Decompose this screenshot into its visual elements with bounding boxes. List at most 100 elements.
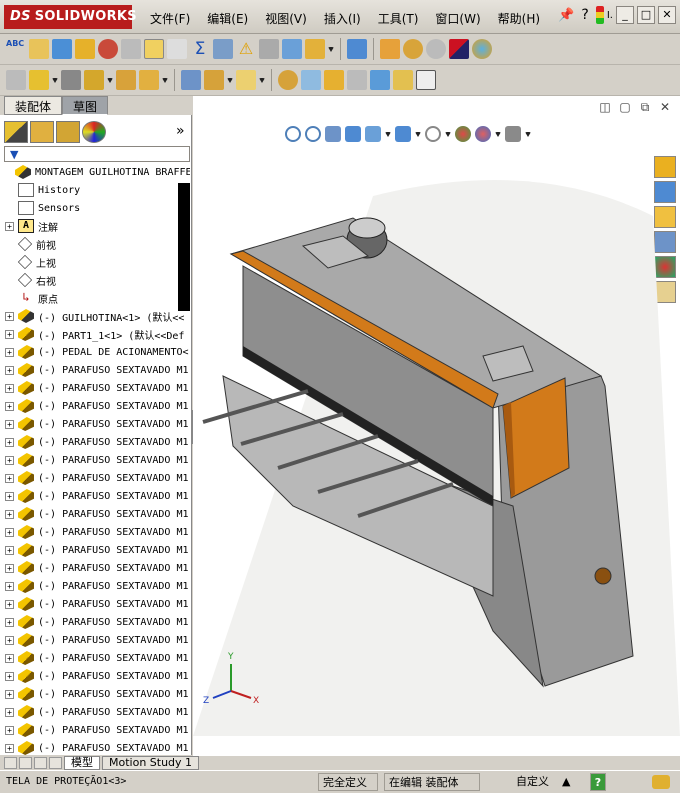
zoom-fit-icon[interactable] <box>285 126 301 142</box>
tree-item[interactable]: + (-) PARAFUSO SEXTAVADO M1 <box>0 379 190 397</box>
close-button[interactable]: ✕ <box>658 6 676 24</box>
dropdown-arrow-icon[interactable] <box>259 77 265 83</box>
filter-icon[interactable]: ▼ <box>10 148 18 161</box>
section-icon[interactable] <box>75 39 95 59</box>
tree-item[interactable]: 前视 <box>0 235 190 253</box>
edit-appearance-icon[interactable] <box>455 126 471 142</box>
check-icon[interactable] <box>167 39 187 59</box>
menu-help[interactable]: 帮助(H) <box>498 10 540 27</box>
confirm-icon[interactable] <box>426 39 446 59</box>
tree-item[interactable]: ↳ 原点 <box>0 289 190 307</box>
menu-tools[interactable]: 工具(T) <box>378 10 419 27</box>
gauge-icon[interactable] <box>98 39 118 59</box>
machine-model[interactable] <box>193 176 680 736</box>
ruler-icon[interactable] <box>370 70 390 90</box>
feature-tree-tab-icon[interactable] <box>4 121 28 143</box>
tree-item[interactable]: + (-) PARAFUSO SEXTAVADO M1 <box>0 559 190 577</box>
tree-item[interactable]: + (-) PARAFUSO SEXTAVADO M1 <box>0 505 190 523</box>
expand-icon[interactable]: + <box>5 365 14 375</box>
minimize-button[interactable]: _ <box>616 6 634 24</box>
expand-icon[interactable]: + <box>5 221 14 231</box>
dropdown-arrow-icon[interactable] <box>525 131 531 137</box>
dropdown-arrow-icon[interactable] <box>162 77 168 83</box>
solidworks-logo[interactable]: DS SOLIDWORKS <box>4 5 137 29</box>
property-manager-tab-icon[interactable] <box>30 121 54 143</box>
tree-item[interactable]: Sensors <box>0 199 190 217</box>
tree-item[interactable]: + (-) PARAFUSO SEXTAVADO M1 <box>0 523 190 541</box>
tab-assembly[interactable]: 装配体 <box>4 96 63 115</box>
tile-viewport-icon[interactable]: ⧉ <box>638 100 652 115</box>
expand-icon[interactable]: + <box>5 329 14 339</box>
instant3d-icon[interactable] <box>347 70 367 90</box>
expand-icon[interactable]: + <box>5 311 14 321</box>
insert-component-icon[interactable] <box>6 70 26 90</box>
dropdown-arrow-icon[interactable] <box>107 77 113 83</box>
tree-item[interactable]: + (-) PARAFUSO SEXTAVADO M1 <box>0 739 190 757</box>
expand-icon[interactable]: + <box>5 383 14 393</box>
dropdown-arrow-icon[interactable] <box>445 131 451 137</box>
explode-icon[interactable] <box>236 70 256 90</box>
gear-icon[interactable] <box>403 39 423 59</box>
tab-motion-study[interactable]: Motion Study 1 <box>102 756 200 770</box>
section-view-icon[interactable] <box>345 126 361 142</box>
tree-item[interactable]: History <box>0 181 190 199</box>
tree-item[interactable]: + (-) PARAFUSO SEXTAVADO M1 <box>0 595 190 613</box>
maximize-button[interactable]: □ <box>637 6 655 24</box>
dropdown-arrow-icon[interactable] <box>385 131 391 137</box>
tree-item[interactable]: + (-) PARAFUSO SEXTAVADO M1 <box>0 703 190 721</box>
menu-file[interactable]: 文件(F) <box>150 10 190 27</box>
display-style-icon[interactable] <box>395 126 411 142</box>
sheet-icon[interactable] <box>416 70 436 90</box>
tree-item[interactable]: + (-) PARAFUSO SEXTAVADO M1 <box>0 361 190 379</box>
menu-view[interactable]: 视图(V) <box>265 10 307 27</box>
status-tag-icon[interactable] <box>652 775 670 789</box>
tree-item[interactable]: + (-) PARAFUSO SEXTAVADO M1 <box>0 721 190 739</box>
clearance-icon[interactable] <box>301 70 321 90</box>
restore-viewport-icon[interactable]: ◫ <box>598 100 612 115</box>
home-icon[interactable] <box>654 156 676 178</box>
menu-edit[interactable]: 编辑(E) <box>207 10 248 27</box>
tree-item[interactable]: + A 注解 <box>0 217 190 235</box>
dropdown-arrow-icon[interactable] <box>227 77 233 83</box>
property-icon[interactable] <box>282 39 302 59</box>
pin-icon[interactable]: 📌 <box>558 8 574 23</box>
zoom-area-icon[interactable] <box>305 126 321 142</box>
bom-icon[interactable] <box>393 70 413 90</box>
move-component-icon[interactable] <box>139 70 159 90</box>
view-settings-icon[interactable] <box>505 126 521 142</box>
smart-fastener-icon[interactable] <box>116 70 136 90</box>
tree-item[interactable]: + (-) PART1_1<1> (默认<<Def <box>0 325 190 343</box>
expand-icon[interactable]: + <box>5 419 14 429</box>
expand-panel-icon[interactable]: » <box>176 123 185 139</box>
warning-icon[interactable]: ⚠ <box>236 39 256 59</box>
tree-item[interactable]: + (-) PARAFUSO SEXTAVADO M1 <box>0 685 190 703</box>
dropdown-arrow-icon[interactable] <box>415 131 421 137</box>
expand-icon[interactable]: + <box>5 599 14 609</box>
tree-item[interactable]: + (-) PARAFUSO SEXTAVADO M1 <box>0 577 190 595</box>
tab-sketch[interactable]: 草图 <box>62 96 109 115</box>
check-box-icon[interactable] <box>144 39 164 59</box>
view-orientation-icon[interactable] <box>365 126 381 142</box>
interference-icon[interactable] <box>278 70 298 90</box>
expand-icon[interactable]: + <box>5 653 14 663</box>
expand-icon[interactable]: + <box>5 707 14 717</box>
expand-icon[interactable]: + <box>5 491 14 501</box>
first-tab-icon[interactable] <box>4 757 17 769</box>
edit-component-icon[interactable] <box>204 70 224 90</box>
tree-item[interactable]: + (-) PARAFUSO SEXTAVADO M1 <box>0 631 190 649</box>
traffic-light-icon[interactable] <box>595 6 604 24</box>
align-icon[interactable] <box>259 39 279 59</box>
mate-icon[interactable] <box>61 70 81 90</box>
previous-view-icon[interactable] <box>325 126 341 142</box>
status-units-arrow-icon[interactable]: ▲ <box>558 773 574 791</box>
configuration-tab-icon[interactable] <box>56 121 80 143</box>
expand-icon[interactable]: + <box>5 743 14 753</box>
tree-item[interactable]: 上视 <box>0 253 190 271</box>
tree-filter[interactable]: ▼ <box>4 146 190 162</box>
tree-item[interactable]: + (-) PARAFUSO SEXTAVADO M1 <box>0 451 190 469</box>
tree-scrollbar[interactable] <box>178 183 190 311</box>
expand-icon[interactable]: + <box>5 617 14 627</box>
expand-icon[interactable]: + <box>5 581 14 591</box>
status-units[interactable]: 自定义 <box>512 773 553 791</box>
display-manager-tab-icon[interactable] <box>82 121 106 143</box>
